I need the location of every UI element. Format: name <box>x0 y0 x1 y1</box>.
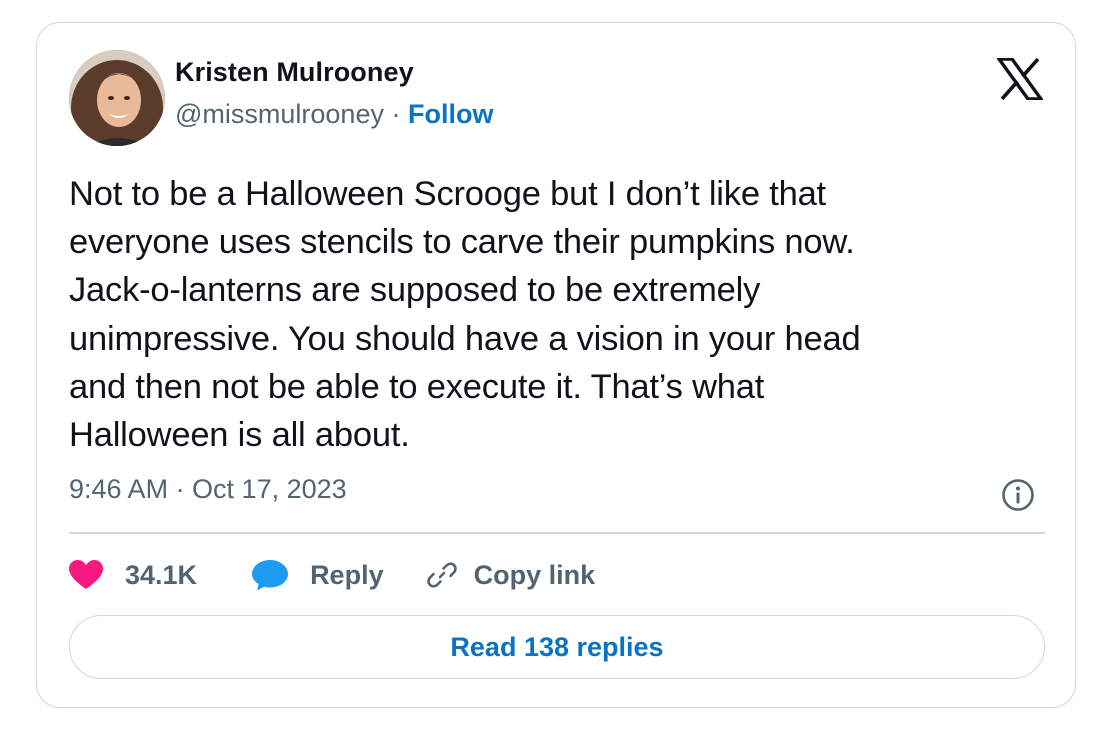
like-button[interactable]: 34.1K <box>69 560 197 591</box>
author-name[interactable]: Kristen Mulrooney <box>175 57 414 88</box>
author-handle[interactable]: @missmulrooney <box>175 99 384 129</box>
tweet-text: Not to be a Halloween Scrooge but I don’… <box>69 175 861 455</box>
reply-label: Reply <box>310 559 384 590</box>
speech-bubble-icon <box>251 559 289 591</box>
like-count: 34.1K <box>125 559 198 590</box>
action-bar: 34.1K Reply Copy link <box>69 553 595 597</box>
author-meta: @missmulrooney · Follow <box>175 99 493 130</box>
tweet-timestamp[interactable]: 9:46 AM · Oct 17, 2023 <box>69 474 347 505</box>
x-logo-icon[interactable] <box>995 57 1045 101</box>
link-icon <box>426 559 458 591</box>
copy-link-button[interactable]: Copy link <box>426 559 596 591</box>
tweet-card: Kristen Mulrooney @missmulrooney · Follo… <box>36 22 1076 708</box>
divider <box>69 532 1045 534</box>
meta-separator: · <box>391 99 401 129</box>
copy-link-label: Copy link <box>473 559 596 590</box>
read-replies-label: Read 138 replies <box>450 631 664 662</box>
follow-button[interactable]: Follow <box>408 99 493 129</box>
read-replies-button[interactable]: Read 138 replies <box>69 615 1045 679</box>
info-icon[interactable] <box>1001 478 1035 512</box>
avatar-photo <box>69 50 165 146</box>
avatar[interactable] <box>69 50 165 146</box>
heart-icon <box>69 560 103 590</box>
reply-button[interactable]: Reply <box>251 559 384 591</box>
